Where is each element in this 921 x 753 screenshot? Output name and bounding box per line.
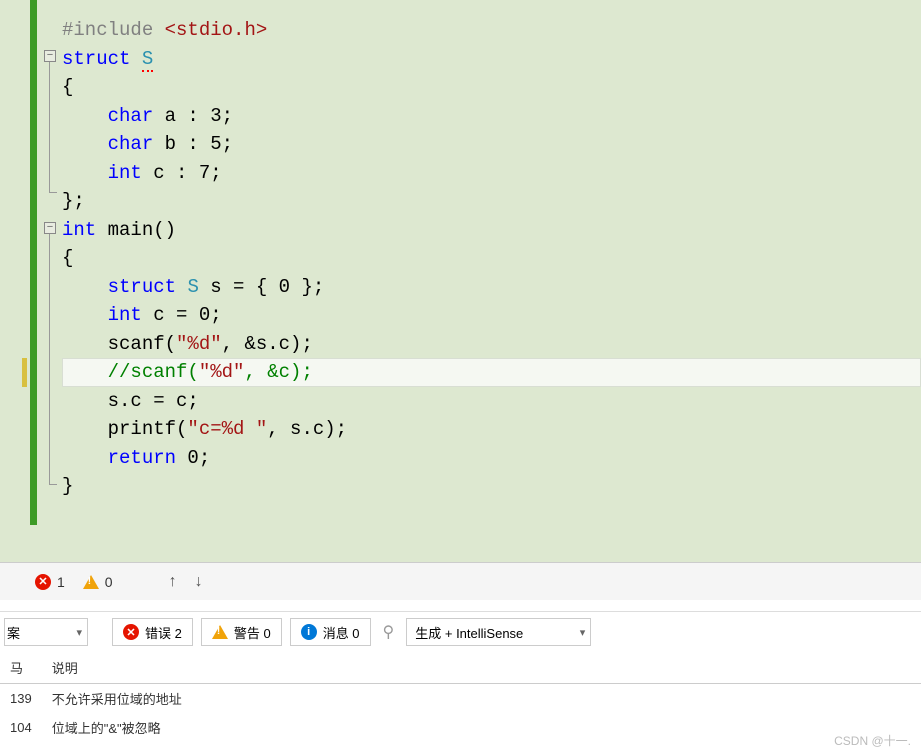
status-error-count[interactable]: ✕ 1	[35, 574, 65, 590]
code-content[interactable]: #include <stdio.h>struct S{ char a : 3; …	[62, 0, 921, 562]
status-warning-count[interactable]: 0	[83, 574, 113, 590]
code-editor[interactable]: − − #include <stdio.h>struct S{ char a :…	[0, 0, 921, 562]
status-value: 0	[105, 574, 113, 590]
warning-icon	[212, 625, 228, 639]
warnings-filter-button[interactable]: 警告 0	[201, 618, 282, 646]
table-row[interactable]: 139不允许采用位域的地址	[0, 684, 921, 714]
filter-icon[interactable]: ⚲	[379, 622, 399, 642]
fold-guide	[49, 62, 50, 192]
editor-gutter: − −	[0, 0, 62, 562]
build-dropdown[interactable]: 生成 + IntelliSense	[406, 618, 591, 646]
error-list-toolbar: 案 ✕ 错误 2 警告 0 i 消息 0 ⚲ 生成 + IntelliSense	[0, 612, 921, 652]
info-icon: i	[301, 624, 317, 640]
warning-icon	[83, 575, 99, 589]
error-icon: ✕	[35, 574, 51, 590]
watermark: CSDN @十一.	[834, 732, 911, 749]
error-icon: ✕	[123, 624, 139, 640]
fold-guide	[49, 234, 50, 484]
errors-filter-button[interactable]: ✕ 错误 2	[112, 618, 193, 646]
column-description[interactable]: 说明	[42, 652, 921, 684]
fold-icon[interactable]: −	[44, 50, 56, 62]
editor-statusbar: ✕ 1 0 ↑ ↓	[0, 562, 921, 600]
prev-arrow-icon[interactable]: ↑	[169, 573, 177, 591]
messages-filter-button[interactable]: i 消息 0	[290, 618, 371, 646]
scope-dropdown[interactable]: 案	[4, 618, 88, 646]
table-row[interactable]: 104位域上的"&"被忽略	[0, 713, 921, 742]
status-value: 1	[57, 574, 65, 590]
fold-icon[interactable]: −	[44, 222, 56, 234]
next-arrow-icon[interactable]: ↓	[195, 573, 203, 591]
current-line-marker	[22, 358, 27, 387]
column-code[interactable]: 马	[0, 652, 42, 684]
error-list-table: 马 说明 139不允许采用位域的地址104位域上的"&"被忽略	[0, 652, 921, 742]
table-header: 马 说明	[0, 652, 921, 684]
